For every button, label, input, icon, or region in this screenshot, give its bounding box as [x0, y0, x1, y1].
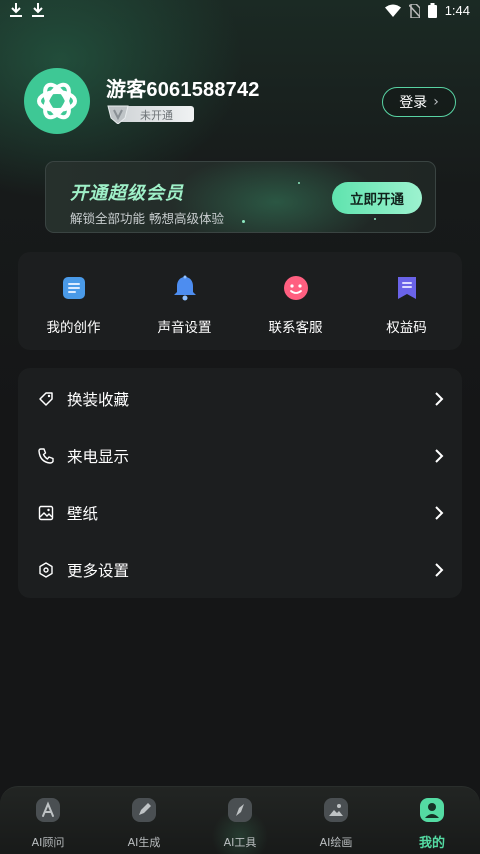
vip-banner-subtitle: 解锁全部功能 畅想高级体验 — [70, 211, 224, 226]
vip-open-button[interactable]: 立即开通 — [332, 182, 422, 214]
menu-item-more-settings[interactable]: 更多设置 — [18, 541, 462, 598]
chevron-right-icon — [435, 448, 444, 463]
profile-icon — [420, 798, 444, 822]
picture-icon — [324, 798, 348, 822]
nav-tab-ai-painting[interactable]: AI绘画 — [288, 787, 384, 854]
pencil-icon — [132, 798, 156, 822]
menu-item-wallpaper[interactable]: 壁纸 — [18, 484, 462, 541]
quick-action-label: 权益码 — [386, 320, 427, 336]
nav-label: AI顾问 — [31, 836, 65, 849]
vip-status-badge: 未开通 — [106, 104, 194, 124]
menu-item-label: 壁纸 — [67, 504, 99, 523]
chevron-right-icon — [435, 391, 444, 406]
sparkle-icon — [374, 218, 376, 220]
nav-label: AI工具 — [223, 836, 257, 849]
compass-icon — [228, 798, 252, 822]
nav-label: 我的 — [418, 836, 445, 851]
ai-advisor-icon — [36, 798, 60, 822]
menu-item-label: 换装收藏 — [67, 390, 130, 409]
app-logo-icon — [37, 82, 77, 120]
quick-action-contact-support[interactable]: 联系客服 — [240, 252, 351, 350]
menu-item-label: 更多设置 — [67, 561, 130, 580]
chevron-right-icon — [435, 505, 444, 520]
nav-label: AI绘画 — [319, 836, 353, 849]
wifi-icon — [384, 4, 401, 17]
menu-item-label: 来电显示 — [67, 447, 130, 466]
vip-banner[interactable]: 开通超级会员 解锁全部功能 畅想高级体验 立即开通 — [45, 161, 436, 233]
vip-shield-icon — [107, 105, 129, 124]
smile-face-icon — [283, 276, 308, 300]
sparkle-icon — [298, 182, 300, 184]
nav-tab-ai-generate[interactable]: AI生成 — [96, 787, 192, 854]
download-icon — [10, 3, 22, 17]
status-bar: 1:44 — [0, 0, 480, 24]
phone-icon — [38, 447, 54, 464]
nav-tab-ai-tools[interactable]: AI工具 — [192, 787, 288, 854]
chevron-right-icon: › — [433, 94, 439, 110]
settings-hex-icon — [39, 561, 53, 578]
username: 游客6061588742 — [106, 79, 260, 101]
tag-icon — [39, 391, 53, 406]
login-label: 登录 — [399, 95, 428, 111]
settings-menu: 换装收藏 来电显示 壁纸 更多设置 — [18, 368, 462, 598]
menu-item-outfit-favorites[interactable]: 换装收藏 — [18, 370, 462, 427]
quick-action-label: 声音设置 — [157, 320, 212, 336]
vip-status-text: 未开通 — [140, 109, 173, 122]
chevron-right-icon — [435, 562, 444, 577]
quick-action-benefit-code[interactable]: 权益码 — [351, 252, 462, 350]
nav-label: AI生成 — [127, 836, 161, 849]
bottom-navigation: AI顾问 AI生成 AI工具 AI绘画 我的 — [0, 786, 480, 854]
quick-actions: 我的创作 声音设置 联系客服 权益码 — [18, 252, 462, 350]
status-time: 1:44 — [444, 3, 470, 18]
menu-item-caller-display[interactable]: 来电显示 — [18, 427, 462, 484]
login-button[interactable]: 登录 › — [382, 87, 456, 117]
bookmark-code-icon — [397, 277, 416, 299]
quick-action-label: 联系客服 — [268, 320, 323, 336]
download-icon — [32, 3, 44, 17]
quick-action-my-creations[interactable]: 我的创作 — [18, 252, 129, 350]
bell-icon — [173, 275, 196, 301]
vip-banner-title: 开通超级会员 — [70, 183, 184, 204]
nav-tab-ai-advisor[interactable]: AI顾问 — [0, 787, 96, 854]
quick-action-sound-settings[interactable]: 声音设置 — [129, 252, 240, 350]
avatar[interactable] — [24, 68, 90, 134]
sparkle-icon — [242, 220, 245, 223]
battery-icon — [427, 3, 437, 18]
image-icon — [38, 505, 54, 520]
quick-action-label: 我的创作 — [46, 320, 101, 336]
no-sim-icon — [408, 3, 420, 18]
document-icon — [62, 277, 85, 299]
nav-tab-mine[interactable]: 我的 — [384, 787, 480, 854]
